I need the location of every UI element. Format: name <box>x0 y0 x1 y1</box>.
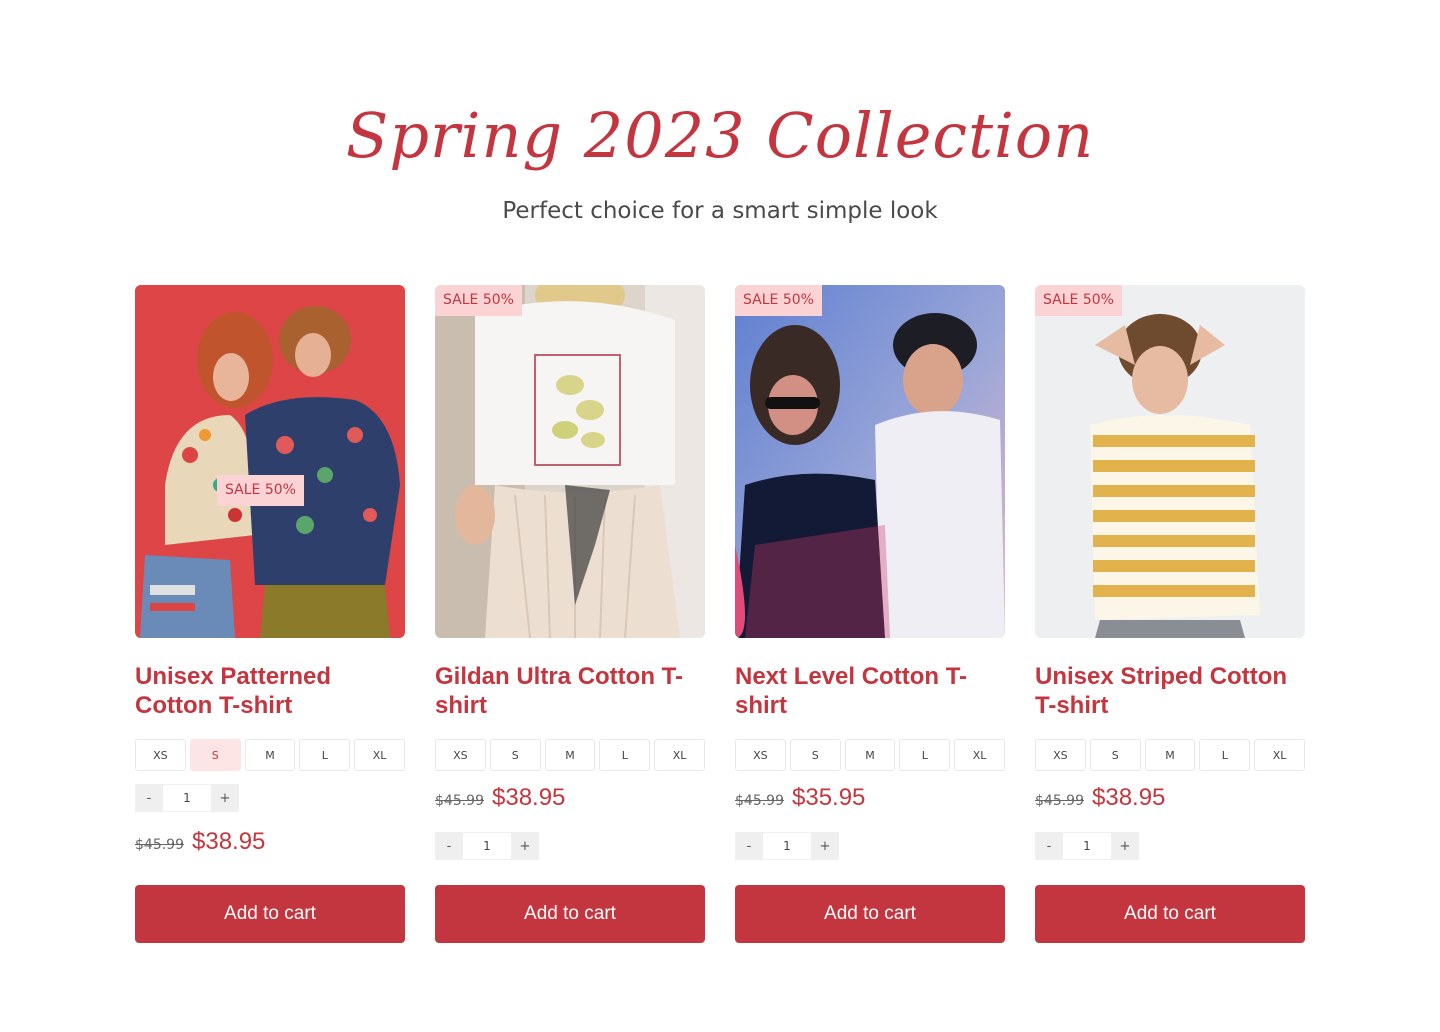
size-selector: XS S M L XL <box>135 739 405 771</box>
product-image[interactable]: SALE 50% <box>1035 285 1305 638</box>
quantity-input[interactable]: 1 <box>1063 832 1111 860</box>
size-option-l[interactable]: L <box>1199 739 1251 771</box>
quantity-input[interactable]: 1 <box>463 832 511 860</box>
size-option-l[interactable]: L <box>899 739 951 771</box>
size-option-s[interactable]: S <box>789 739 841 771</box>
size-option-xl[interactable]: XL <box>954 739 1005 771</box>
original-price: $45.99 <box>735 793 784 809</box>
size-selector: XS S M L XL <box>435 739 705 771</box>
product-image[interactable]: SALE 50% <box>435 285 705 638</box>
add-to-cart-button[interactable]: Add to cart <box>135 885 405 943</box>
page-subtitle: Perfect choice for a smart simple look <box>502 198 938 224</box>
quantity-increase-button[interactable]: + <box>811 832 839 860</box>
size-option-m[interactable]: M <box>1144 739 1196 771</box>
page-title: Spring 2023 Collection <box>345 99 1095 172</box>
product-card-2: SALE 50% Gildan Ultra Cotton T-shirt XS … <box>435 285 705 943</box>
sale-price: $38.95 <box>1092 784 1166 811</box>
sale-price: $38.95 <box>492 784 566 811</box>
size-option-s[interactable]: S <box>1089 739 1141 771</box>
price-block: $45.99 $38.95 <box>1035 784 1165 816</box>
product-card-1: SALE 50% Unisex Patterned Cotton T-shirt… <box>135 285 405 943</box>
product-photo <box>435 285 705 638</box>
quantity-decrease-button[interactable]: - <box>1035 832 1063 860</box>
size-option-xl[interactable]: XL <box>1254 739 1305 771</box>
collection-header: Spring 2023 Collection Perfect choice fo… <box>0 96 1440 226</box>
product-photo <box>135 285 405 638</box>
add-to-cart-button[interactable]: Add to cart <box>1035 885 1305 943</box>
price-block: $45.99 $38.95 <box>135 828 265 860</box>
original-price: $45.99 <box>435 793 484 809</box>
size-option-m[interactable]: M <box>544 739 596 771</box>
product-name[interactable]: Next Level Cotton T-shirt <box>735 662 1005 720</box>
quantity-input[interactable]: 1 <box>763 832 811 860</box>
size-selector: XS S M L XL <box>735 739 1005 771</box>
product-card-4: SALE 50% Unisex Striped Cotton T-shirt X… <box>1035 285 1305 943</box>
size-option-xs[interactable]: XS <box>735 739 786 771</box>
size-option-l[interactable]: L <box>299 739 351 771</box>
quantity-decrease-button[interactable]: - <box>135 784 163 812</box>
sale-badge: SALE 50% <box>217 475 304 506</box>
size-option-l[interactable]: L <box>599 739 651 771</box>
size-option-m[interactable]: M <box>244 739 296 771</box>
add-to-cart-button[interactable]: Add to cart <box>435 885 705 943</box>
add-to-cart-button[interactable]: Add to cart <box>735 885 1005 943</box>
sale-price: $38.95 <box>192 828 266 855</box>
size-option-s[interactable]: S <box>189 739 241 771</box>
product-name[interactable]: Gildan Ultra Cotton T-shirt <box>435 662 705 720</box>
size-option-xs[interactable]: XS <box>435 739 486 771</box>
size-option-m[interactable]: M <box>844 739 896 771</box>
size-option-xl[interactable]: XL <box>354 739 405 771</box>
product-card-3: SALE 50% Next Level Cotton T-shirt XS S … <box>735 285 1005 943</box>
product-name[interactable]: Unisex Patterned Cotton T-shirt <box>135 662 405 720</box>
quantity-stepper: - 1 + <box>735 832 839 860</box>
quantity-stepper: - 1 + <box>135 784 239 812</box>
product-name[interactable]: Unisex Striped Cotton T-shirt <box>1035 662 1305 720</box>
sale-price: $35.95 <box>792 784 866 811</box>
product-image[interactable]: SALE 50% <box>735 285 1005 638</box>
size-option-xs[interactable]: XS <box>1035 739 1086 771</box>
size-selector: XS S M L XL <box>1035 739 1305 771</box>
product-photo <box>1035 285 1305 638</box>
size-option-xl[interactable]: XL <box>654 739 705 771</box>
quantity-increase-button[interactable]: + <box>1111 832 1139 860</box>
sale-badge: SALE 50% <box>435 285 522 316</box>
quantity-decrease-button[interactable]: - <box>735 832 763 860</box>
price-block: $45.99 $38.95 <box>435 784 565 816</box>
quantity-increase-button[interactable]: + <box>511 832 539 860</box>
original-price: $45.99 <box>135 837 184 853</box>
quantity-decrease-button[interactable]: - <box>435 832 463 860</box>
sale-badge: SALE 50% <box>735 285 822 316</box>
quantity-stepper: - 1 + <box>1035 832 1139 860</box>
price-block: $45.99 $35.95 <box>735 784 865 816</box>
quantity-increase-button[interactable]: + <box>211 784 239 812</box>
original-price: $45.99 <box>1035 793 1084 809</box>
quantity-stepper: - 1 + <box>435 832 539 860</box>
product-image[interactable]: SALE 50% <box>135 285 405 638</box>
quantity-input[interactable]: 1 <box>163 784 211 812</box>
size-option-s[interactable]: S <box>489 739 541 771</box>
sale-badge: SALE 50% <box>1035 285 1122 316</box>
product-photo <box>735 285 1005 638</box>
size-option-xs[interactable]: XS <box>135 739 186 771</box>
